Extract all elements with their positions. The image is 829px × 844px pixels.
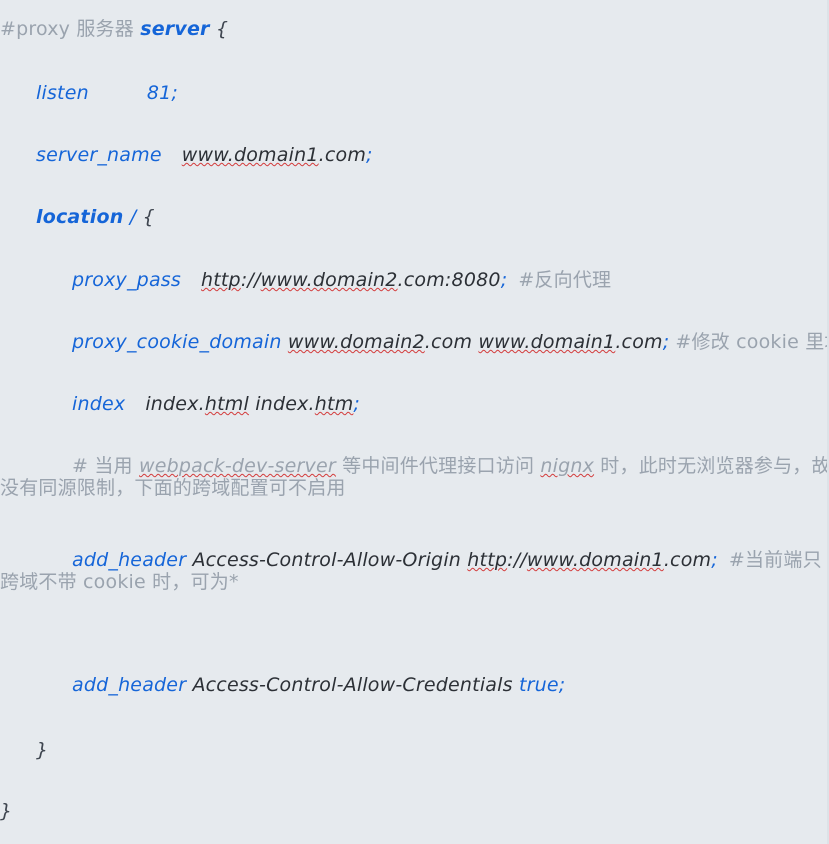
semicolon: ; [353,393,361,415]
brace-open-location: { [142,206,155,228]
semicolon: ; [366,144,373,166]
code-line-location-close: } [0,739,48,761]
value-proxy-pass-host: www.domain2 [260,269,398,291]
value-index-html-base: index. [145,393,205,415]
directive-server-name: server_name [36,144,162,166]
value-index-htm-base: index. [255,393,315,415]
code-line-add-header-credentials: add_header Access-Control-Allow-Credenti… [0,674,565,696]
semicolon: ; [171,82,179,104]
value-cookie-domain-from-tld: .com [424,331,473,353]
value-cookie-domain-to-host: www.domain1 [478,331,616,353]
code-line-server-close: } [0,800,12,822]
brace-close-location: } [36,739,49,761]
comment-nignx: nignx [540,455,595,477]
directive-index: index [72,393,126,415]
brace-close-server: } [0,800,13,822]
semicolon: ; [558,674,566,696]
value-index-htm-ext: htm [314,393,354,415]
value-origin-sep: :// [507,549,527,571]
directive-proxy-cookie-domain: proxy_cookie_domain [72,331,282,353]
value-server-name-tld: .com [318,144,367,166]
code-snippet-block: #proxy 服务器 server { listen 81; server_nam… [0,0,829,844]
code-line-server-name: server_name www.domain1.com; [0,144,373,166]
semicolon: ; [662,331,670,353]
code-line-proxy-cookie-domain: proxy_cookie_domain www.domain2.com www.… [0,331,827,353]
value-index-html-ext: html [204,393,249,415]
semicolon: ; [711,549,718,571]
value-credentials-true: true [518,674,559,696]
code-line-listen: listen 81; [0,82,178,104]
code-line-comment-webpack: # 当用 webpack-dev-server 等中间件代理接口访问 nignx… [0,455,827,499]
value-cookie-domain-to-tld: .com [615,331,663,353]
comment-modify-cookie-domain: #修改 cookie 里域名 [675,331,827,353]
directive-listen: listen [36,82,89,104]
value-proxy-pass-sep: :// [240,269,261,291]
value-proxy-pass-scheme: http [201,269,241,291]
keyword-server: server [140,18,210,40]
directive-location: location [36,206,124,228]
value-listen-port: 81 [146,82,172,104]
directive-proxy-pass: proxy_pass [72,269,181,291]
value-proxy-pass-rest: .com:8080 [397,269,501,291]
header-name-allow-credentials: Access-Control-Allow-Credentials [192,674,513,696]
comment-reverse-proxy: #反向代理 [518,269,612,291]
comment-webpack-prefix: # 当用 [72,455,139,477]
brace-open-server: { [215,18,229,40]
semicolon: ; [500,269,508,291]
code-line-proxy-pass: proxy_pass http://www.domain2.com:8080; #反… [0,269,611,291]
value-server-name-host: www.domain1 [181,144,319,166]
code-line-location-open: location / { [0,206,155,228]
value-origin-tld: .com [663,549,712,571]
directive-add-header-credentials: add_header [72,674,187,696]
directive-add-header-origin: add_header [72,549,187,571]
value-origin-scheme: http [467,549,508,571]
comment-proxy-server: #proxy 服务器 [0,18,134,40]
code-line-add-header-origin: add_header Access-Control-Allow-Origin h… [0,549,827,593]
code-line-server-open: #proxy 服务器 server { [0,18,228,40]
header-name-allow-origin: Access-Control-Allow-Origin [192,549,462,571]
comment-webpack-dev-server: webpack-dev-server [139,455,336,477]
value-origin-host: www.domain1 [526,549,664,571]
comment-webpack-mid: 等中间件代理接口访问 [335,455,541,477]
code-line-index: index index.html index.htm; [0,393,360,415]
value-cookie-domain-from-host: www.domain2 [287,331,425,353]
